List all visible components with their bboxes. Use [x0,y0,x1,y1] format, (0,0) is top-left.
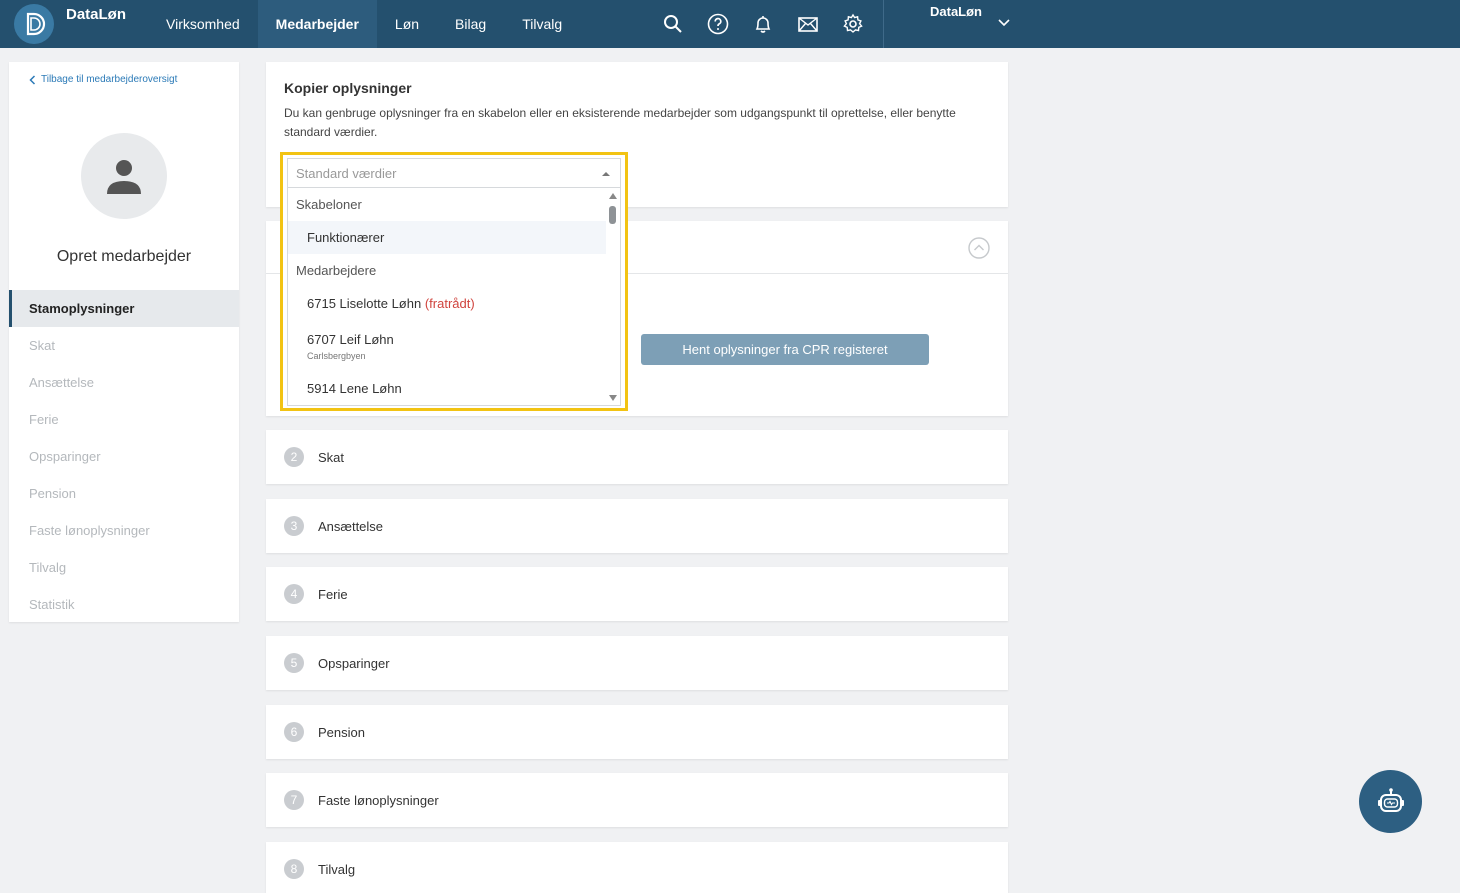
copy-source-select[interactable]: Standard værdier [287,158,621,188]
option-sublabel: Carlsbergbyen [307,350,366,361]
gear-icon[interactable] [830,0,875,48]
avatar [81,133,167,219]
section-label: Tilvalg [318,861,356,877]
sidebar-item-tilvalg[interactable]: Tilvalg [9,549,239,586]
chevron-left-icon [29,74,36,85]
option-label: Funktionærer [307,230,385,245]
help-icon[interactable] [695,0,740,48]
section-tilvalg[interactable]: 8 Tilvalg [266,842,1008,893]
select-placeholder: Standard værdier [296,165,397,181]
search-icon[interactable] [650,0,695,48]
section-label: Faste lønoplysninger [318,792,439,808]
section-skat[interactable]: 2 Skat [266,430,1008,484]
logo-d-icon [26,12,46,36]
account-name[interactable]: DataLøn [930,4,982,19]
option-employee-6715[interactable]: 6715 Liselotte Løhn (fratrådt) [288,287,606,320]
sidebar-item-skat[interactable]: Skat [9,327,239,364]
brand-name: DataLøn [66,6,126,23]
section-number: 3 [284,516,304,536]
sidebar-item-faste-lonoplysninger[interactable]: Faste lønoplysninger [9,512,239,549]
option-label: 5914 Lene Løhn [307,381,402,396]
group-header-medarbejdere: Medarbejdere [296,263,377,278]
group-header-skabeloner: Skabeloner [296,197,362,212]
cpr-lookup-button[interactable]: Hent oplysninger fra CPR registeret [641,334,929,365]
back-link-label: Tilbage til medarbejderoversigt [41,74,178,85]
back-to-employees-link[interactable]: Tilbage til medarbejderoversigt [29,74,177,85]
section-label: Opsparinger [318,655,390,671]
main-nav: Virksomhed Medarbejder Løn Bilag Tilvalg [148,0,580,48]
option-employee-6707[interactable]: 6707 Leif Løhn Carlsbergbyen [288,320,606,372]
section-ansaettelse[interactable]: 3 Ansættelse [266,499,1008,553]
sidebar-item-opsparinger[interactable]: Opsparinger [9,438,239,475]
caret-up-icon[interactable] [602,172,610,176]
kopier-description: Du kan genbruge oplysninger fra en skabe… [284,106,956,139]
section-opsparinger[interactable]: 5 Opsparinger [266,636,1008,690]
section-label: Skat [318,449,345,465]
option-label: 6707 Leif Løhn [307,331,394,347]
chatbot-button[interactable] [1359,770,1422,833]
option-funktionaerer[interactable]: Funktionærer [288,221,606,254]
top-navigation-bar: DataLøn Virksomhed Medarbejder Løn Bilag… [0,0,1460,48]
section-number: 2 [284,447,304,467]
nav-virksomhed[interactable]: Virksomhed [148,0,258,48]
sidebar-item-stamoplysninger[interactable]: Stamoplysninger [9,290,239,327]
section-number: 7 [284,790,304,810]
header-divider [883,0,884,48]
user-icon [107,160,141,194]
dropdown-list: Skabeloner Funktionærer Medarbejdere 671… [287,188,621,406]
section-label: Pension [318,724,365,740]
section-ferie[interactable]: 4 Ferie [266,567,1008,621]
option-employee-5914[interactable]: 5914 Lene Løhn [288,372,606,405]
nav-bilag[interactable]: Bilag [437,0,504,48]
scroll-up-arrow-icon[interactable] [609,193,617,199]
sidebar-title: Opret medarbejder [56,248,192,265]
nav-lon[interactable]: Løn [377,0,437,48]
robot-icon [1377,787,1404,812]
chevron-down-icon[interactable] [996,14,1012,30]
sidebar: Tilbage til medarbejderoversigt Opret me… [9,62,239,622]
section-label: Ansættelse [318,518,384,534]
section-label: Ferie [318,586,348,602]
copy-source-dropdown: Standard værdier Skabeloner Funktionærer… [280,152,628,411]
section-number: 8 [284,859,304,879]
dropdown-scrollbar[interactable] [606,188,620,405]
datalon-logo[interactable] [14,4,54,44]
resigned-status: (fratrådt) [424,296,475,311]
bell-icon[interactable] [740,0,785,48]
header-icons [650,0,875,48]
collapse-up-icon[interactable] [968,237,990,259]
sidebar-item-ferie[interactable]: Ferie [9,401,239,438]
section-number: 4 [284,584,304,604]
section-pension[interactable]: 6 Pension [266,705,1008,759]
sidebar-item-ansaettelse[interactable]: Ansættelse [9,364,239,401]
scroll-down-arrow-icon[interactable] [609,395,617,401]
option-label: 6715 Liselotte Løhn [307,296,422,311]
sidebar-menu: Stamoplysninger Skat Ansættelse Ferie Op… [9,290,239,623]
nav-tilvalg[interactable]: Tilvalg [504,0,580,48]
scrollbar-thumb[interactable] [609,206,616,224]
section-number: 6 [284,722,304,742]
mail-icon[interactable] [785,0,830,48]
kopier-title: Kopier oplysninger [284,80,412,96]
nav-medarbejder[interactable]: Medarbejder [257,0,377,48]
section-number: 5 [284,653,304,673]
sidebar-item-pension[interactable]: Pension [9,475,239,512]
section-faste-lonoplysninger[interactable]: 7 Faste lønoplysninger [266,773,1008,827]
sidebar-item-statistik[interactable]: Statistik [9,586,239,623]
